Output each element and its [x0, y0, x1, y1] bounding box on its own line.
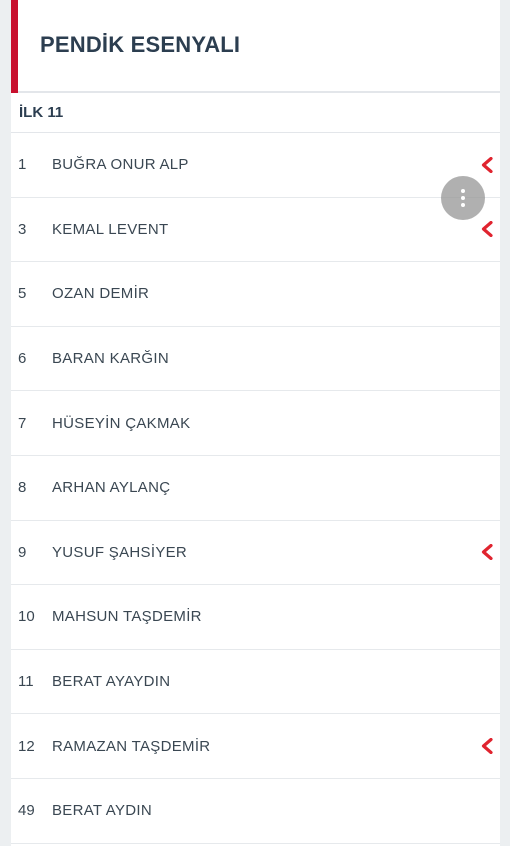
player-number: 11 [18, 673, 34, 691]
player-name: OZAN DEMİR [52, 285, 150, 303]
lineup-card: PENDİK ESENYALI İLK 11 1 BUĞRA ONUR ALP … [11, 0, 500, 846]
player-row[interactable]: 5 OZAN DEMİR [11, 262, 500, 327]
player-name: HÜSEYİN ÇAKMAK [52, 414, 191, 432]
player-row[interactable]: 7 HÜSEYİN ÇAKMAK [11, 391, 500, 456]
player-number: 1 [18, 156, 27, 174]
chevron-left-icon [481, 738, 493, 755]
player-name: MAHSUN TAŞDEMİR [52, 608, 202, 626]
player-row[interactable]: 49 BERAT AYDIN [11, 779, 500, 844]
team-name: PENDİK ESENYALI [40, 32, 241, 57]
more-options-button[interactable] [441, 176, 485, 220]
player-row[interactable]: 6 BARAN KARĞIN [11, 327, 500, 392]
player-name: BERAT AYAYDIN [52, 673, 171, 691]
more-vertical-icon [461, 196, 465, 200]
player-name: BARAN KARĞIN [52, 350, 169, 368]
chevron-left-icon [481, 156, 493, 173]
more-vertical-icon [461, 203, 465, 207]
player-number: 6 [18, 350, 27, 368]
player-row[interactable]: 8 ARHAN AYLANÇ [11, 456, 500, 521]
player-list: 1 BUĞRA ONUR ALP 3 KEMAL LEVENT 5 OZAN D… [11, 133, 500, 844]
player-number: 7 [18, 414, 27, 432]
player-number: 9 [18, 543, 27, 561]
team-header: PENDİK ESENYALI [11, 0, 500, 93]
player-row[interactable]: 3 KEMAL LEVENT [11, 198, 500, 263]
player-name: BUĞRA ONUR ALP [52, 156, 189, 174]
player-row[interactable]: 11 BERAT AYAYDIN [11, 650, 500, 715]
player-number: 12 [18, 737, 35, 755]
player-name: RAMAZAN TAŞDEMİR [52, 737, 211, 755]
player-number: 10 [18, 608, 35, 626]
player-row[interactable]: 12 RAMAZAN TAŞDEMİR [11, 714, 500, 779]
player-name: YUSUF ŞAHSİYER [52, 543, 188, 561]
player-row[interactable]: 1 BUĞRA ONUR ALP [11, 133, 500, 198]
section-title: İLK 11 [19, 104, 64, 121]
player-number: 49 [18, 802, 35, 820]
player-number: 3 [18, 220, 27, 238]
player-name: KEMAL LEVENT [52, 220, 169, 238]
chevron-left-icon [481, 221, 493, 238]
player-row[interactable]: 9 YUSUF ŞAHSİYER [11, 521, 500, 586]
chevron-left-icon [481, 544, 493, 561]
player-number: 5 [18, 285, 27, 303]
player-name: ARHAN AYLANÇ [52, 479, 171, 497]
more-vertical-icon [461, 189, 465, 193]
player-name: BERAT AYDIN [52, 802, 152, 820]
player-row[interactable]: 10 MAHSUN TAŞDEMİR [11, 585, 500, 650]
player-number: 8 [18, 479, 27, 497]
starting-eleven-header: İLK 11 [11, 93, 500, 133]
team-accent-bar [11, 0, 18, 93]
